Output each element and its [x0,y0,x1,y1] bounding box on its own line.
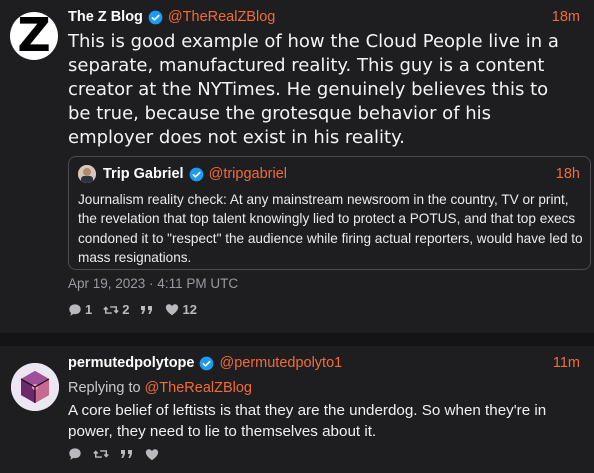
replying-to-label: Replying to [68,380,141,396]
replying-to-handle[interactable]: @TheRealZBlog [145,380,252,396]
reply-post[interactable]: permutedpolytope @permutedpolyto1 11m Re… [0,346,594,473]
quoted-author-avatar[interactable] [78,165,96,183]
repost-icon [93,450,109,458]
reply-button[interactable]: 1 [68,302,92,317]
reply-icon [69,303,81,316]
author-name[interactable]: The Z Blog [68,9,143,25]
heart-icon [145,448,159,460]
repost-button[interactable]: 2 [103,302,129,317]
post-time[interactable]: 18m [552,9,580,25]
reply-header: permutedpolytope @permutedpolyto1 11m [68,354,580,372]
like-count: 12 [182,302,197,317]
avatar-letter: Z [17,8,51,62]
reply-icon [69,448,81,460]
quoted-time[interactable]: 18h [556,166,580,182]
reply-author-name[interactable]: permutedpolytope [68,355,194,371]
quoted-author-handle[interactable]: @tripgabriel [209,166,287,182]
quote-icon [121,450,132,458]
reply-time[interactable]: 11m [553,355,580,371]
verified-badge-icon [148,10,163,24]
heart-icon [166,304,179,316]
quote-button[interactable] [140,304,154,316]
post-timestamp[interactable]: Apr 19, 2023 · 4:11 PM UTC [68,276,238,291]
reply-actions [68,447,170,461]
quoted-header: Trip Gabriel @tripgabriel 18h [103,165,580,183]
quote-icon [141,305,153,314]
quote-button[interactable] [120,448,134,460]
thread-divider [0,333,594,346]
reply-author-handle[interactable]: @permutedpolyto1 [219,355,342,371]
repost-button[interactable] [93,447,109,461]
reply-text: A core belief of leftists is that they a… [68,402,547,440]
reply-button[interactable] [68,447,82,461]
replying-to: Replying to @TheRealZBlog [68,380,252,396]
quoted-post[interactable]: Trip Gabriel @tripgabriel 18h Journalism… [68,156,591,270]
main-post[interactable]: Z The Z Blog @TheRealZBlog 18m This is g… [0,0,594,333]
post-header: The Z Blog @TheRealZBlog 18m [68,8,580,26]
repost-icon [103,305,119,314]
quoted-author-name[interactable]: Trip Gabriel [103,166,184,182]
author-handle[interactable]: @TheRealZBlog [168,9,275,25]
like-button[interactable] [145,448,159,461]
post-text: This is good example of how the Cloud Pe… [68,31,559,148]
verified-badge-icon [200,356,214,370]
reply-count: 1 [85,302,93,317]
permutedpolytope-avatar[interactable] [11,363,59,411]
repost-count: 2 [122,302,130,317]
like-button[interactable]: 12 [165,302,197,317]
z-blog-avatar[interactable]: Z [10,12,58,60]
quoted-text: Journalism reality check: At any mainstr… [78,192,583,266]
post-actions: 1 2 12 [68,302,208,317]
verified-badge-icon [189,167,203,181]
